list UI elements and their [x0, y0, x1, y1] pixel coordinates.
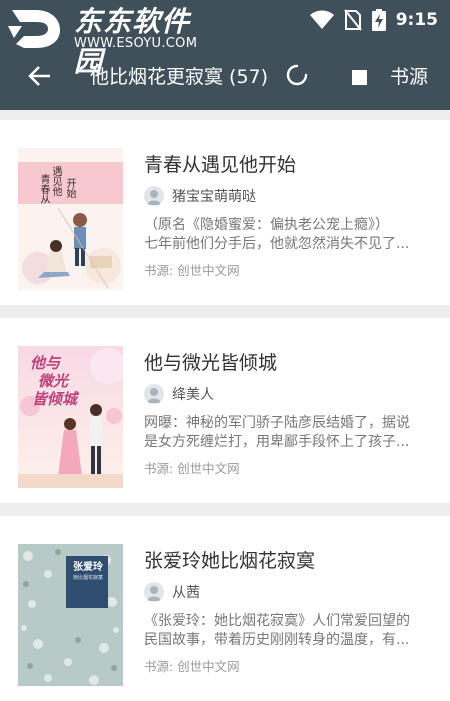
no-sim-icon: [343, 9, 362, 31]
cover-text: 青春从: [38, 174, 49, 204]
book-title: 张爱玲她比烟花寂寞: [144, 550, 316, 572]
book-cover: 张爱玲 她比烟花寂寞: [18, 544, 123, 686]
back-button[interactable]: [24, 62, 58, 90]
cover-text: 皆倾城: [32, 390, 78, 408]
book-source: 书源: 创世中文网: [144, 659, 240, 674]
description-line: 《张爱玲：她比烟花寂寞》人们常爱回望的: [144, 613, 410, 629]
author-avatar-icon: [144, 384, 164, 404]
book-result-card[interactable]: 他与 微光 皆倾城 他与微光皆倾城 绛美人 网曝：神秘的军门骄子陆彦辰结婚了，据…: [0, 318, 450, 503]
author-row: 猪宝宝萌萌哒: [144, 184, 256, 208]
description-line: 七年前他们分手后，他就忽然消失不见了...: [144, 236, 410, 252]
book-source: 书源: 创世中文网: [144, 263, 240, 278]
description-line: 是女方死缠烂打，用卑鄙手段怀上了孩子...: [144, 434, 410, 450]
book-description: 《张爱玲：她比烟花寂寞》人们常爱回望的 民国故事，带着历史刚刚转身的温度，有..…: [144, 612, 434, 650]
author-row: 绛美人: [144, 382, 214, 406]
loading-spinner-icon: [286, 64, 308, 86]
description-line: （原名《隐婚蜜爱：偏执老公宠上瘾》）: [144, 217, 389, 233]
cover-text: 开始: [64, 178, 75, 198]
author-row: 从茜: [144, 580, 200, 604]
stop-button[interactable]: [346, 64, 372, 90]
author-name: 绛美人: [172, 387, 214, 403]
wifi-icon: [309, 10, 334, 29]
book-result-card[interactable]: 张爱玲 她比烟花寂寞 张爱玲她比烟花寂寞 从茜 《张爱玲：她比烟花寂寞》人们常爱…: [0, 516, 450, 701]
book-source: 书源: 创世中文网: [144, 461, 240, 476]
search-title: 他比烟花更寂寞 (57): [90, 66, 269, 88]
book-cover: 遇见他 青春从 开始: [18, 148, 123, 290]
book-description: （原名《隐婚蜜爱：偏执老公宠上瘾》） 七年前他们分手后，他就忽然消失不见了...: [144, 216, 434, 254]
stop-square-icon: [352, 70, 367, 85]
app-header: 东东软件园 WWW.ESOYU.COM 9:15 他比烟花更寂寞 (57) 书源: [0, 0, 450, 110]
book-title: 青春从遇见他开始: [144, 154, 297, 176]
status-bar: 东东软件园 WWW.ESOYU.COM 9:15: [0, 0, 450, 78]
book-result-card[interactable]: 遇见他 青春从 开始 青春从遇见他开始 猪宝宝萌萌哒 （原名《隐婚蜜爱：偏执老公…: [0, 120, 450, 305]
description-line: 民国故事，带着历史刚刚转身的温度，有...: [144, 632, 410, 648]
arrow-left-icon: [28, 66, 50, 86]
book-title: 他与微光皆倾城: [144, 352, 278, 374]
cover-text: 张爱玲: [73, 562, 103, 573]
status-time: 9:15: [395, 10, 438, 30]
book-cover: 他与 微光 皆倾城: [18, 346, 123, 488]
cover-text: 她比烟花寂寞: [72, 575, 103, 581]
toolbar: 他比烟花更寂寞 (57) 书源: [0, 48, 450, 104]
author-name: 猪宝宝萌萌哒: [172, 189, 256, 205]
author-avatar-icon: [144, 186, 164, 206]
status-icons: 9:15: [309, 8, 438, 32]
author-name: 从茜: [172, 585, 200, 601]
description-line: 网曝：神秘的军门骄子陆彦辰结婚了，据说: [144, 415, 410, 431]
watermark-logo-icon: [8, 10, 60, 48]
watermark: 东东软件园 WWW.ESOYU.COM: [4, 2, 214, 78]
book-source-button[interactable]: 书源: [390, 62, 428, 89]
book-description: 网曝：神秘的军门骄子陆彦辰结婚了，据说 是女方死缠烂打，用卑鄙手段怀上了孩子..…: [144, 414, 434, 452]
battery-charging-icon: [371, 9, 386, 31]
author-avatar-icon: [144, 582, 164, 602]
